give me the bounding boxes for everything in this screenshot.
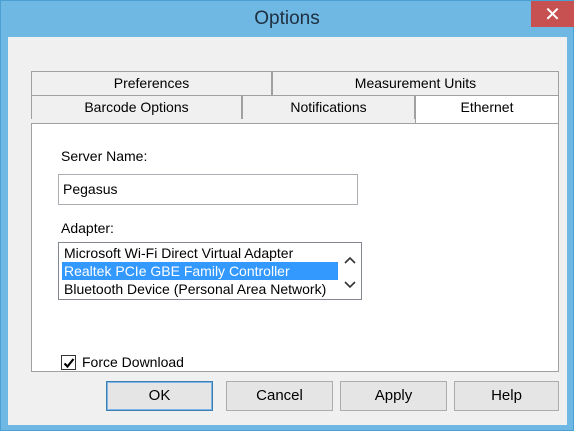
scroll-up-button[interactable] bbox=[341, 250, 359, 270]
tab-preferences[interactable]: Preferences bbox=[31, 71, 272, 95]
scroll-down-button[interactable] bbox=[341, 275, 359, 295]
tab-label: Ethernet bbox=[460, 99, 514, 115]
dialog-client-area: Preferences Measurement Units Barcode Op… bbox=[8, 37, 567, 425]
adapter-listbox[interactable]: Microsoft Wi-Fi Direct Virtual Adapter R… bbox=[58, 242, 362, 300]
tab-measurement-units[interactable]: Measurement Units bbox=[272, 71, 559, 95]
tab-label: Measurement Units bbox=[354, 75, 477, 91]
server-name-label: Server Name: bbox=[61, 148, 148, 164]
tab-barcode-options[interactable]: Barcode Options bbox=[31, 95, 242, 119]
adapter-list-item-selected[interactable]: Realtek PCIe GBE Family Controller bbox=[62, 262, 338, 280]
tab-label: Barcode Options bbox=[84, 99, 189, 115]
close-button[interactable]: ✕ bbox=[531, 1, 574, 27]
chevron-up-icon bbox=[344, 256, 356, 264]
options-dialog: Options ✕ Preferences Measurement Units … bbox=[0, 0, 574, 431]
window-title: Options bbox=[254, 8, 320, 29]
checkmark-icon bbox=[63, 357, 74, 368]
adapter-list-item[interactable]: Bluetooth Device (Personal Area Network) bbox=[62, 280, 338, 298]
server-name-field[interactable]: Pegasus bbox=[58, 174, 358, 205]
tab-notifications[interactable]: Notifications bbox=[242, 95, 415, 119]
help-button[interactable]: Help bbox=[454, 381, 559, 411]
ok-button[interactable]: OK bbox=[106, 381, 213, 411]
title-bar[interactable]: Options ✕ bbox=[1, 1, 574, 37]
ethernet-panel: Server Name: Pegasus Adapter: Microsoft … bbox=[31, 123, 559, 372]
chevron-down-icon bbox=[344, 281, 356, 289]
adapter-label: Adapter: bbox=[61, 220, 114, 236]
force-download-label[interactable]: Force Download bbox=[82, 354, 184, 370]
tab-label: Notifications bbox=[290, 99, 367, 115]
apply-button[interactable]: Apply bbox=[340, 381, 447, 411]
cancel-button[interactable]: Cancel bbox=[226, 381, 333, 411]
tab-ethernet[interactable]: Ethernet bbox=[415, 95, 559, 123]
tab-label: Preferences bbox=[113, 75, 190, 91]
close-icon: ✕ bbox=[544, 3, 561, 26]
adapter-list-item[interactable]: Microsoft Wi-Fi Direct Virtual Adapter bbox=[62, 244, 338, 262]
force-download-checkbox[interactable] bbox=[61, 355, 76, 370]
